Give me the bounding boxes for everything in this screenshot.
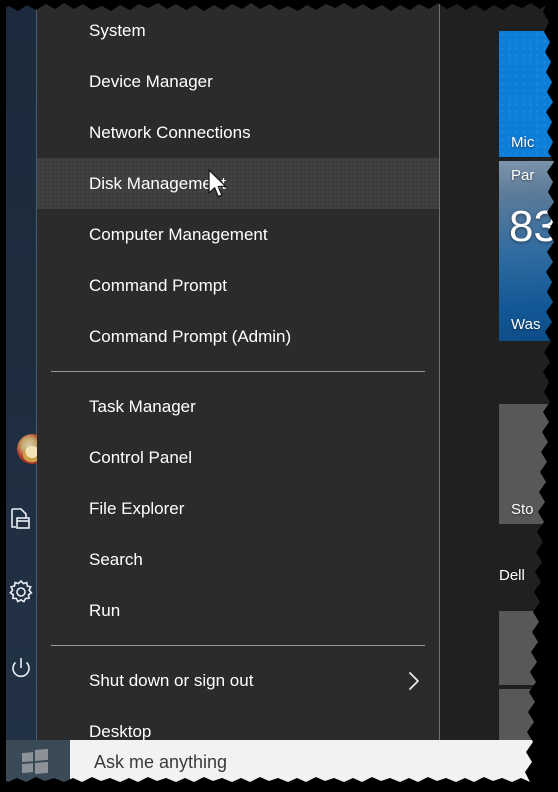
menu-item-run[interactable]: Run <box>37 585 439 636</box>
search-placeholder: Ask me anything <box>94 752 228 772</box>
menu-separator-2 <box>51 645 425 646</box>
menu-item-label: Command Prompt <box>89 276 227 295</box>
start-menu-tiles: Mic Par 83 Was Sto Dell <box>436 0 558 740</box>
dell-app-tile[interactable] <box>499 611 558 685</box>
weather-temperature: 83 <box>509 202 558 251</box>
menu-item-system[interactable]: System <box>37 5 439 56</box>
menu-item-file-explorer[interactable]: File Explorer <box>37 483 439 534</box>
menu-item-disk-management[interactable]: Disk Management <box>37 158 439 209</box>
menu-item-label: Task Manager <box>89 397 196 416</box>
menu-item-control-panel[interactable]: Control Panel <box>37 432 439 483</box>
menu-item-label: File Explorer <box>89 499 185 518</box>
cortana-search-box[interactable]: Ask me anything <box>70 740 544 784</box>
dell-group-header: Dell <box>499 567 525 584</box>
dell-app-tile-2[interactable] <box>499 689 558 740</box>
menu-separator-1 <box>51 371 425 372</box>
windows-logo-icon <box>22 748 48 775</box>
menu-item-label: Shut down or sign out <box>89 671 254 690</box>
microsoft-edge-tile[interactable]: Mic <box>499 31 558 157</box>
menu-item-label: System <box>89 21 146 40</box>
menu-item-label: Command Prompt (Admin) <box>89 327 292 346</box>
tile-label: Mic <box>511 134 535 151</box>
menu-item-label: Search <box>89 550 143 569</box>
tile-label: Sto <box>511 501 534 518</box>
menu-item-shut-down-or-sign-out[interactable]: Shut down or sign out <box>37 655 439 706</box>
menu-item-label: Device Manager <box>89 72 213 91</box>
weather-tile[interactable]: Par 83 Was <box>499 161 558 341</box>
chevron-right-icon <box>407 655 421 706</box>
menu-item-label: Computer Management <box>89 225 268 244</box>
menu-item-label: Network Connections <box>89 123 251 142</box>
menu-item-label: Desktop <box>89 722 152 741</box>
store-tile[interactable]: Sto <box>499 404 558 524</box>
weather-city: Was <box>511 316 541 333</box>
menu-item-command-prompt-admin[interactable]: Command Prompt (Admin) <box>37 311 439 362</box>
power-user-menu: System Device Manager Network Connection… <box>37 0 440 741</box>
settings-gear-icon[interactable] <box>7 578 35 606</box>
menu-item-command-prompt[interactable]: Command Prompt <box>37 260 439 311</box>
menu-item-task-manager[interactable]: Task Manager <box>37 381 439 432</box>
start-button[interactable] <box>0 740 70 784</box>
menu-item-device-manager[interactable]: Device Manager <box>37 56 439 107</box>
menu-item-search[interactable]: Search <box>37 534 439 585</box>
dell-support-icon <box>551 633 558 673</box>
taskbar: Ask me anything <box>0 740 558 784</box>
menu-item-network-connections[interactable]: Network Connections <box>37 107 439 158</box>
menu-item-computer-management[interactable]: Computer Management <box>37 209 439 260</box>
menu-item-label: Disk Management <box>89 174 227 193</box>
screen: Mic Par 83 Was Sto Dell System Device Ma… <box>0 0 558 792</box>
power-icon[interactable] <box>7 655 35 683</box>
weather-condition: Par <box>511 167 535 184</box>
start-menu-left-rail <box>0 0 37 740</box>
menu-item-label: Run <box>89 601 121 620</box>
menu-item-label: Control Panel <box>89 448 193 467</box>
documents-icon[interactable] <box>7 505 35 533</box>
